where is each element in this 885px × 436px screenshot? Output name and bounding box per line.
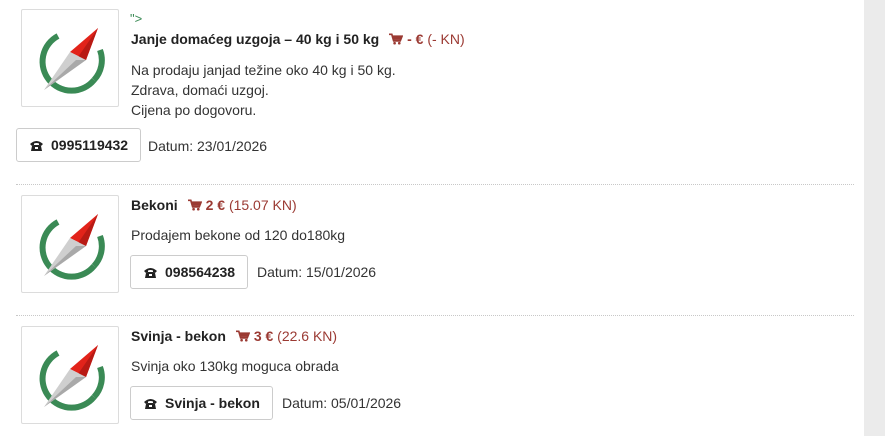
price-eur: - €	[407, 31, 424, 47]
phone-button[interactable]: 0995119432	[16, 128, 142, 162]
cart-icon	[235, 330, 250, 342]
listing-header: Bekoni 2 € (15.07 KN)	[131, 196, 297, 214]
listing-header: Janje domaćeg uzgoja – 40 kg i 50 kg - €…	[131, 30, 465, 48]
listing-header: Svinja - bekon 3 € (22.6 KN)	[131, 327, 337, 345]
listing-title[interactable]: Svinja - bekon	[131, 328, 226, 344]
listing-thumbnail[interactable]	[21, 195, 119, 293]
cart-icon	[389, 33, 404, 45]
listing-date: Datum: 23/01/2026	[148, 138, 268, 154]
listing-date: Datum: 15/01/2026	[257, 264, 377, 280]
listing-price: - € (- KN)	[389, 31, 465, 47]
listing-description: Na prodaju janjad težine oko 40 kg i 50 …	[131, 60, 396, 120]
phone-button[interactable]: Svinja - bekon	[130, 386, 273, 420]
phone-number: Svinja - bekon	[165, 395, 260, 411]
listings-panel: "> Janje domaćeg uzgoja – 40 kg i 50 kg …	[0, 0, 864, 436]
phone-number: 0995119432	[51, 137, 129, 153]
phone-number: 098564238	[165, 264, 236, 280]
listing-description: Prodajem bekone od 120 do180kg	[131, 225, 345, 245]
price-kn: (22.6 KN)	[277, 328, 338, 344]
listing-item: "> Janje domaćeg uzgoja – 40 kg i 50 kg …	[16, 0, 854, 184]
price-eur: 2 €	[205, 197, 226, 213]
compass-logo-icon	[36, 341, 106, 411]
listing-description: Svinja oko 130kg moguca obrada	[131, 356, 339, 376]
price-eur: 3 €	[253, 328, 274, 344]
listing-price: 3 € (22.6 KN)	[235, 328, 338, 344]
description-line: Cijena po dogovoru.	[131, 102, 257, 118]
listing-date: Datum: 05/01/2026	[282, 395, 402, 411]
price-kn: (15.07 KN)	[228, 197, 297, 213]
price-kn: (- KN)	[427, 31, 465, 47]
phone-button[interactable]: 098564238	[130, 255, 249, 289]
compass-logo-icon	[36, 210, 106, 280]
phone-icon	[144, 268, 157, 278]
phone-icon	[30, 141, 43, 151]
description-line: Na prodaju janjad težine oko 40 kg i 50 …	[131, 62, 396, 78]
phone-icon	[144, 399, 157, 409]
stray-text: ">	[130, 11, 143, 26]
description-line: Prodajem bekone od 120 do180kg	[131, 227, 346, 243]
cart-icon	[187, 199, 202, 211]
description-line: Svinja oko 130kg moguca obrada	[131, 358, 339, 374]
listing-thumbnail[interactable]	[21, 9, 119, 107]
listing-item: Svinja - bekon 3 € (22.6 KN) Svinja oko …	[16, 315, 854, 436]
compass-logo-icon	[36, 24, 106, 94]
listing-price: 2 € (15.07 KN)	[187, 197, 297, 213]
listing-title[interactable]: Janje domaćeg uzgoja – 40 kg i 50 kg	[131, 31, 379, 47]
listing-thumbnail[interactable]	[21, 326, 119, 424]
listing-item: Bekoni 2 € (15.07 KN) Prodajem bekone od…	[16, 184, 854, 315]
description-line: Zdrava, domaći uzgoj.	[131, 82, 269, 98]
listing-title[interactable]: Bekoni	[131, 197, 178, 213]
